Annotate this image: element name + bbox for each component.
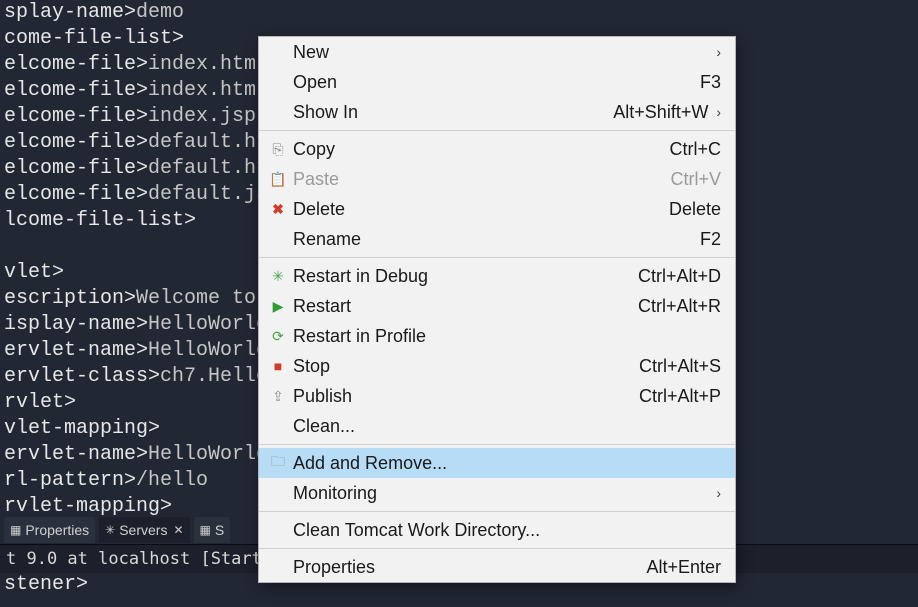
menu-item-label: Show In xyxy=(289,102,613,123)
menu-item-label: Rename xyxy=(289,229,700,250)
menu-separator xyxy=(259,130,735,131)
menu-item-label: Paste xyxy=(289,169,670,190)
menu-item[interactable]: ⎘CopyCtrl+C xyxy=(259,134,735,164)
menu-item[interactable]: ✳Restart in DebugCtrl+Alt+D xyxy=(259,261,735,291)
copy-icon: ⎘ xyxy=(267,141,289,158)
menu-item[interactable]: Clean... xyxy=(259,411,735,441)
menu-item[interactable]: PropertiesAlt+Enter xyxy=(259,552,735,582)
menu-item[interactable]: ▶RestartCtrl+Alt+R xyxy=(259,291,735,321)
menu-item-accel: F2 xyxy=(700,229,721,250)
add-icon: 🗀 xyxy=(267,451,289,475)
menu-item-label: Clean Tomcat Work Directory... xyxy=(289,520,721,541)
context-menu: New › OpenF3 Show InAlt+Shift+W › ⎘CopyCtrl+C… xyxy=(258,36,736,583)
tab-icon: ✳ xyxy=(105,523,115,537)
menu-item[interactable]: Show InAlt+Shift+W › xyxy=(259,97,735,127)
tab-label: Servers xyxy=(119,522,167,538)
menu-item-label: Properties xyxy=(289,557,646,578)
menu-item[interactable]: Monitoring › xyxy=(259,478,735,508)
editor-line: splay-name>demo xyxy=(4,0,914,26)
view-tab[interactable]: ✳ Servers ✕ xyxy=(99,517,189,543)
menu-item-label: Clean... xyxy=(289,416,721,437)
menu-separator xyxy=(259,548,735,549)
menu-item-accel: Alt+Enter xyxy=(646,557,721,578)
close-icon[interactable]: ✕ xyxy=(171,523,183,537)
menu-item-label: Open xyxy=(289,72,700,93)
paste-icon: 📋 xyxy=(267,171,289,188)
menu-item-label: Restart xyxy=(289,296,638,317)
menu-item-label: New xyxy=(289,42,708,63)
debug-icon: ✳ xyxy=(267,268,289,285)
menu-item[interactable]: 🗀Add and Remove... xyxy=(259,448,735,478)
menu-item-accel: Ctrl+Alt+S xyxy=(639,356,721,377)
menu-item[interactable]: New › xyxy=(259,37,735,67)
menu-item-accel: Ctrl+Alt+D xyxy=(638,266,721,287)
view-tab[interactable]: ▦ Properties xyxy=(4,517,95,543)
publish-icon: ⇪ xyxy=(267,388,289,405)
menu-item: 📋PasteCtrl+V xyxy=(259,164,735,194)
menu-item-label: Restart in Profile xyxy=(289,326,721,347)
menu-item-label: Copy xyxy=(289,139,669,160)
menu-item[interactable]: ■StopCtrl+Alt+S xyxy=(259,351,735,381)
menu-item[interactable]: ⇪PublishCtrl+Alt+P xyxy=(259,381,735,411)
menu-separator xyxy=(259,511,735,512)
view-tab[interactable]: ▦S xyxy=(194,517,231,543)
menu-item-accel: Delete xyxy=(669,199,721,220)
tab-icon: ▦ xyxy=(200,523,211,537)
menu-item-label: Stop xyxy=(289,356,639,377)
menu-separator xyxy=(259,444,735,445)
menu-item-accel: Ctrl+C xyxy=(669,139,721,160)
menu-item[interactable]: ✖DeleteDelete xyxy=(259,194,735,224)
menu-item-label: Monitoring xyxy=(289,483,708,504)
menu-item-accel: Ctrl+Alt+P xyxy=(639,386,721,407)
menu-item[interactable]: ⟳Restart in Profile xyxy=(259,321,735,351)
restart-icon: ▶ xyxy=(267,298,289,315)
menu-separator xyxy=(259,257,735,258)
tab-label: S xyxy=(215,522,224,538)
menu-item-accel: Alt+Shift+W xyxy=(613,102,708,123)
profile-icon: ⟳ xyxy=(267,328,289,345)
chevron-right-icon: › xyxy=(716,44,721,60)
menu-item-accel: F3 xyxy=(700,72,721,93)
menu-item-accel: Ctrl+V xyxy=(670,169,721,190)
tab-icon: ▦ xyxy=(10,523,21,537)
menu-item-label: Restart in Debug xyxy=(289,266,638,287)
del-icon: ✖ xyxy=(267,201,289,218)
menu-item-label: Add and Remove... xyxy=(289,453,721,474)
menu-item-accel: Ctrl+Alt+R xyxy=(638,296,721,317)
chevron-right-icon: › xyxy=(716,104,721,120)
menu-item[interactable]: OpenF3 xyxy=(259,67,735,97)
chevron-right-icon: › xyxy=(716,485,721,501)
tab-label: Properties xyxy=(25,522,89,538)
menu-item-label: Publish xyxy=(289,386,639,407)
menu-item[interactable]: RenameF2 xyxy=(259,224,735,254)
stop-icon: ■ xyxy=(267,358,289,374)
menu-item[interactable]: Clean Tomcat Work Directory... xyxy=(259,515,735,545)
menu-item-label: Delete xyxy=(289,199,669,220)
